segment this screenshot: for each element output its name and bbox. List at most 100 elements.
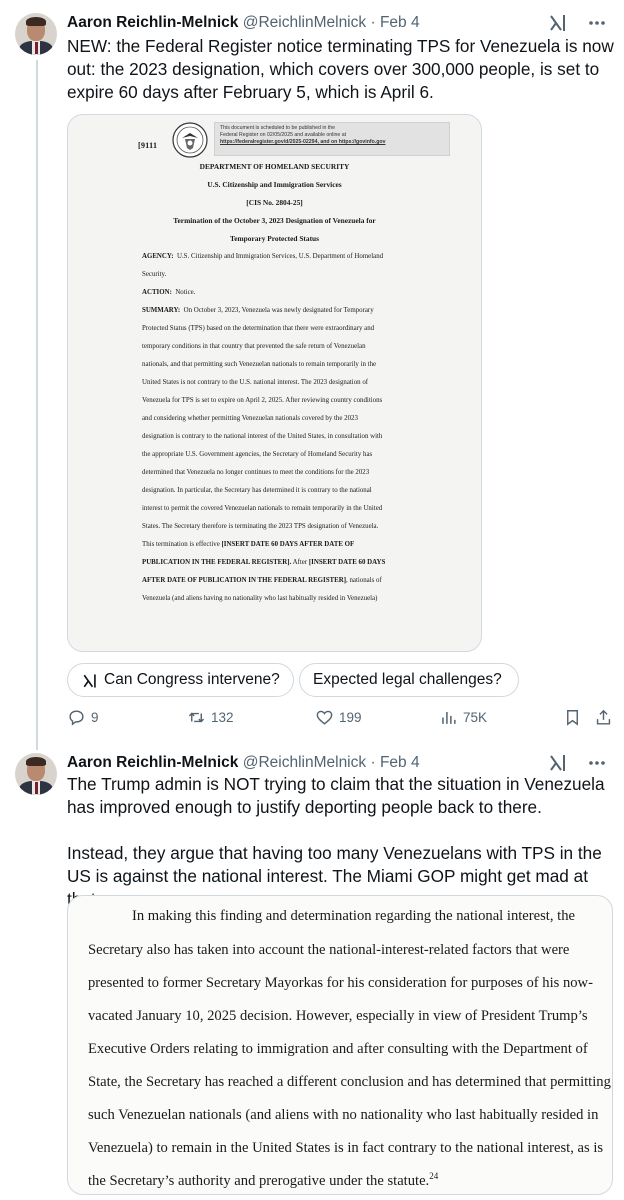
like-button[interactable]: 199 [315, 705, 385, 731]
grok-suggestion-chip-congress[interactable]: Can Congress intervene? [67, 663, 294, 697]
thread-connector-line [36, 740, 38, 750]
excerpt-line: such Venezuelan nationals (and aliens wi… [88, 1107, 599, 1123]
tweet-paragraph: NEW: the Federal Register notice termina… [67, 36, 614, 102]
pub-note-link: https://federalregister.gov/d/2025-02294… [220, 139, 386, 145]
more-options-icon[interactable] [586, 12, 608, 34]
grok-icon[interactable] [548, 752, 568, 774]
tweet-paragraph: The Trump admin is NOT trying to claim t… [67, 774, 605, 817]
doc-line: and considering whether permitting Venez… [142, 415, 358, 422]
author-handle[interactable]: @ReichlinMelnick [243, 754, 366, 771]
thread-connector-line [36, 60, 38, 740]
separator-dot: · [370, 754, 376, 771]
chip-label: Expected legal challenges? [313, 671, 502, 688]
repost-count: 132 [211, 710, 234, 725]
bookmark-button[interactable] [563, 705, 583, 731]
document-number: [9111 [138, 141, 158, 150]
heart-icon [316, 710, 333, 725]
views-chart-icon [442, 711, 456, 724]
reply-button[interactable]: 9 [67, 705, 127, 731]
tweet-action-bar: 9 132 199 75K [67, 705, 615, 731]
author-handle[interactable]: @ReichlinMelnick [243, 14, 366, 31]
excerpt-line: In making this finding and determination… [132, 908, 575, 924]
publication-notice: This document is scheduled to be publish… [214, 122, 450, 156]
doc-line: Venezuela (and aliens having no national… [142, 595, 378, 602]
doc-line: designation is contrary to the national … [142, 433, 383, 440]
doc-heading: DEPARTMENT OF HOMELAND SECURITY [199, 162, 350, 171]
excerpt-line: Executive Orders relating to immigration… [88, 1041, 588, 1057]
tweet-image-excerpt[interactable]: In making this finding and determination… [67, 895, 613, 1195]
tweet-header: Aaron Reichlin-Melnick @ReichlinMelnick … [67, 751, 612, 775]
doc-line: United States is not contrary to the U.S… [142, 379, 369, 386]
doc-line: designation. In particular, the Secretar… [142, 487, 372, 494]
avatar-hair [26, 17, 46, 26]
tweet-header: Aaron Reichlin-Melnick @ReichlinMelnick … [67, 11, 612, 35]
doc-agency-text: U.S. Citizenship and Immigration Service… [176, 253, 384, 260]
doc-line: nationals, and that permitting such Vene… [142, 361, 377, 368]
views-count: 75K [463, 710, 488, 725]
excerpt-line: Secretary also has taken into account th… [88, 942, 570, 958]
doc-action-label: ACTION: [142, 289, 172, 296]
doc-pub-bold: PUBLICATION IN THE FEDERAL REGISTER]. [142, 559, 292, 566]
repost-icon [188, 712, 205, 723]
author-name[interactable]: Aaron Reichlin-Melnick [67, 754, 238, 771]
document-page: [9111 This document is scheduled to be p… [68, 115, 481, 651]
doc-agency-line: AGENCY: U.S. Citizenship and Immigration… [142, 252, 442, 261]
doc-line: interest to permit the covered Venezuela… [142, 505, 383, 512]
doc-line: determined that Venezuela no longer cont… [142, 469, 370, 476]
repost-button[interactable]: 132 [187, 705, 267, 731]
author-name[interactable]: Aaron Reichlin-Melnick [67, 14, 238, 31]
doc-heading: [CIS No. 2804-25] [246, 198, 303, 207]
tweet-text: The Trump admin is NOT trying to claim t… [67, 773, 617, 911]
grok-icon [83, 674, 96, 688]
doc-line: the appropriate U.S. Government agencies… [142, 451, 373, 458]
tweet-date[interactable]: Feb 4 [380, 754, 420, 771]
excerpt-line: presented to former Secretary Mayorkas f… [88, 975, 593, 991]
excerpt-line-text: the Secretary’s authority and prerogativ… [88, 1173, 430, 1189]
pub-note-line: Federal Register on 02/05/2025 and avail… [220, 132, 347, 138]
doc-line: Protected Status (TPS) based on the dete… [142, 325, 375, 332]
avatar-tie [34, 42, 38, 54]
doc-after-line: AFTER DATE OF PUBLICATION IN THE FEDERAL… [142, 576, 442, 585]
doc-summary-text: On October 3, 2023, Venezuela was newly … [183, 307, 374, 314]
doc-heading: Temporary Protected Status [229, 234, 320, 243]
doc-heading: U.S. Citizenship and Immigration Service… [207, 180, 342, 189]
bookmark-icon [567, 710, 578, 726]
doc-pub-line: PUBLICATION IN THE FEDERAL REGISTER]. Af… [142, 558, 442, 567]
doc-line: temporary conditions in that country tha… [142, 343, 366, 350]
doc-summary-label: SUMMARY: [142, 307, 181, 314]
separator-dot: · [370, 14, 376, 31]
share-icon [596, 709, 611, 725]
doc-after2-text: , nationals of [346, 577, 382, 584]
doc-effective-text: This termination is effective [142, 541, 222, 548]
tweet-date[interactable]: Feb 4 [380, 14, 420, 31]
like-count: 199 [339, 710, 362, 725]
reply-count: 9 [91, 710, 99, 725]
avatar[interactable] [15, 753, 57, 795]
tweet-image-document[interactable]: [9111 This document is scheduled to be p… [67, 114, 482, 652]
avatar[interactable] [15, 13, 57, 55]
more-options-icon[interactable] [586, 752, 608, 774]
doc-line: Security. [142, 271, 167, 278]
footnote-marker: 24 [429, 1171, 439, 1182]
doc-action-text: Notice. [175, 289, 196, 296]
doc-effective-line: This termination is effective [INSERT DA… [142, 540, 442, 549]
excerpt-line: State, the Secretary has reached a diffe… [88, 1074, 611, 1090]
doc-after2-bold: AFTER DATE OF PUBLICATION IN THE FEDERAL… [142, 577, 347, 584]
doc-after-bold: [INSERT DATE 60 DAYS [308, 559, 386, 566]
doc-line: Venezuela for TPS is set to expire on Ap… [142, 397, 383, 404]
doc-summary-line: SUMMARY: On October 3, 2023, Venezuela w… [142, 306, 442, 315]
tweet-1[interactable]: Aaron Reichlin-Melnick @ReichlinMelnick … [0, 0, 624, 740]
doc-action-line: ACTION: Notice. [142, 288, 442, 297]
avatar-tie [34, 782, 38, 794]
grok-icon[interactable] [548, 12, 568, 34]
doc-effective-bold: [INSERT DATE 60 DAYS AFTER DATE OF [221, 541, 355, 548]
share-button[interactable] [594, 705, 614, 731]
reply-icon [69, 710, 84, 726]
grok-suggestion-chip-legal[interactable]: Expected legal challenges? [299, 663, 519, 697]
doc-line: States. The Secretary therefore is termi… [142, 523, 379, 530]
dhs-seal-icon [172, 122, 208, 158]
views-button[interactable]: 75K [439, 705, 519, 731]
excerpt-line: vacated January 10, 2025 decision. Howev… [88, 1008, 588, 1024]
avatar-hair [26, 757, 46, 766]
excerpt-line: Venezuela) to remain in the United State… [88, 1140, 604, 1156]
